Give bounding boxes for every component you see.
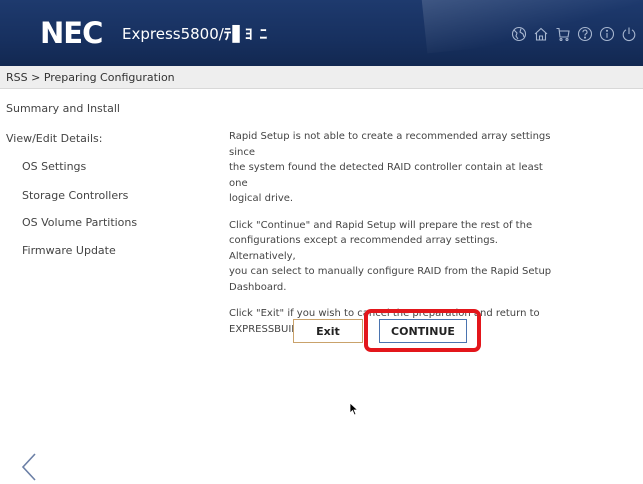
app-header: NEC Express5800/ﾃ▋ﾖ ﾆ — [0, 0, 643, 66]
sidebar-section-view-edit-details: View/Edit Details: — [6, 132, 103, 145]
home-icon[interactable] — [533, 26, 549, 42]
power-icon[interactable] — [621, 26, 637, 42]
nec-logo: NEC — [40, 16, 103, 50]
help-icon[interactable] — [577, 26, 593, 42]
sidebar-item-os-volume-partitions[interactable]: OS Volume Partitions — [22, 216, 137, 230]
continue-highlight-box — [364, 309, 481, 352]
mouse-cursor-icon — [349, 402, 359, 416]
sidebar-item-summary-and-install[interactable]: Summary and Install — [6, 102, 120, 116]
exit-button[interactable]: Exit — [293, 319, 363, 343]
text-line: you can select to manually configure RAI… — [229, 266, 552, 277]
sidebar-item-os-settings[interactable]: OS Settings — [22, 160, 86, 174]
raid-warning-paragraph: Rapid Setup is not able to create a reco… — [229, 129, 559, 207]
text-line: logical drive. — [229, 193, 294, 204]
sidebar: Summary and Install View/Edit Details: O… — [0, 89, 200, 484]
product-suffix: ﾃ▋ﾖ ﾆ — [223, 25, 269, 43]
text-line: Click "Continue" and Rapid Setup will pr… — [229, 219, 533, 231]
text-line: the system found the detected RAID contr… — [229, 162, 543, 189]
sidebar-item-firmware-update[interactable]: Firmware Update — [22, 244, 116, 258]
globe-icon[interactable] — [511, 26, 527, 42]
continue-info-paragraph: Click "Continue" and Rapid Setup will pr… — [229, 218, 559, 296]
info-icon[interactable] — [599, 26, 615, 42]
header-toolbar — [511, 26, 637, 42]
text-line: configurations except a recommended arra… — [229, 235, 498, 262]
back-arrow-icon[interactable] — [20, 452, 38, 482]
cart-icon[interactable] — [555, 26, 571, 42]
product-name: Express5800/ﾃ▋ﾖ ﾆ — [122, 25, 268, 43]
breadcrumb: RSS > Preparing Configuration — [0, 66, 643, 89]
product-prefix: Express5800/ — [122, 25, 224, 43]
text-line: Rapid Setup is not able to create a reco… — [229, 131, 551, 158]
text-line: Dashboard. — [229, 281, 287, 293]
sidebar-item-storage-controllers[interactable]: Storage Controllers — [22, 189, 128, 203]
